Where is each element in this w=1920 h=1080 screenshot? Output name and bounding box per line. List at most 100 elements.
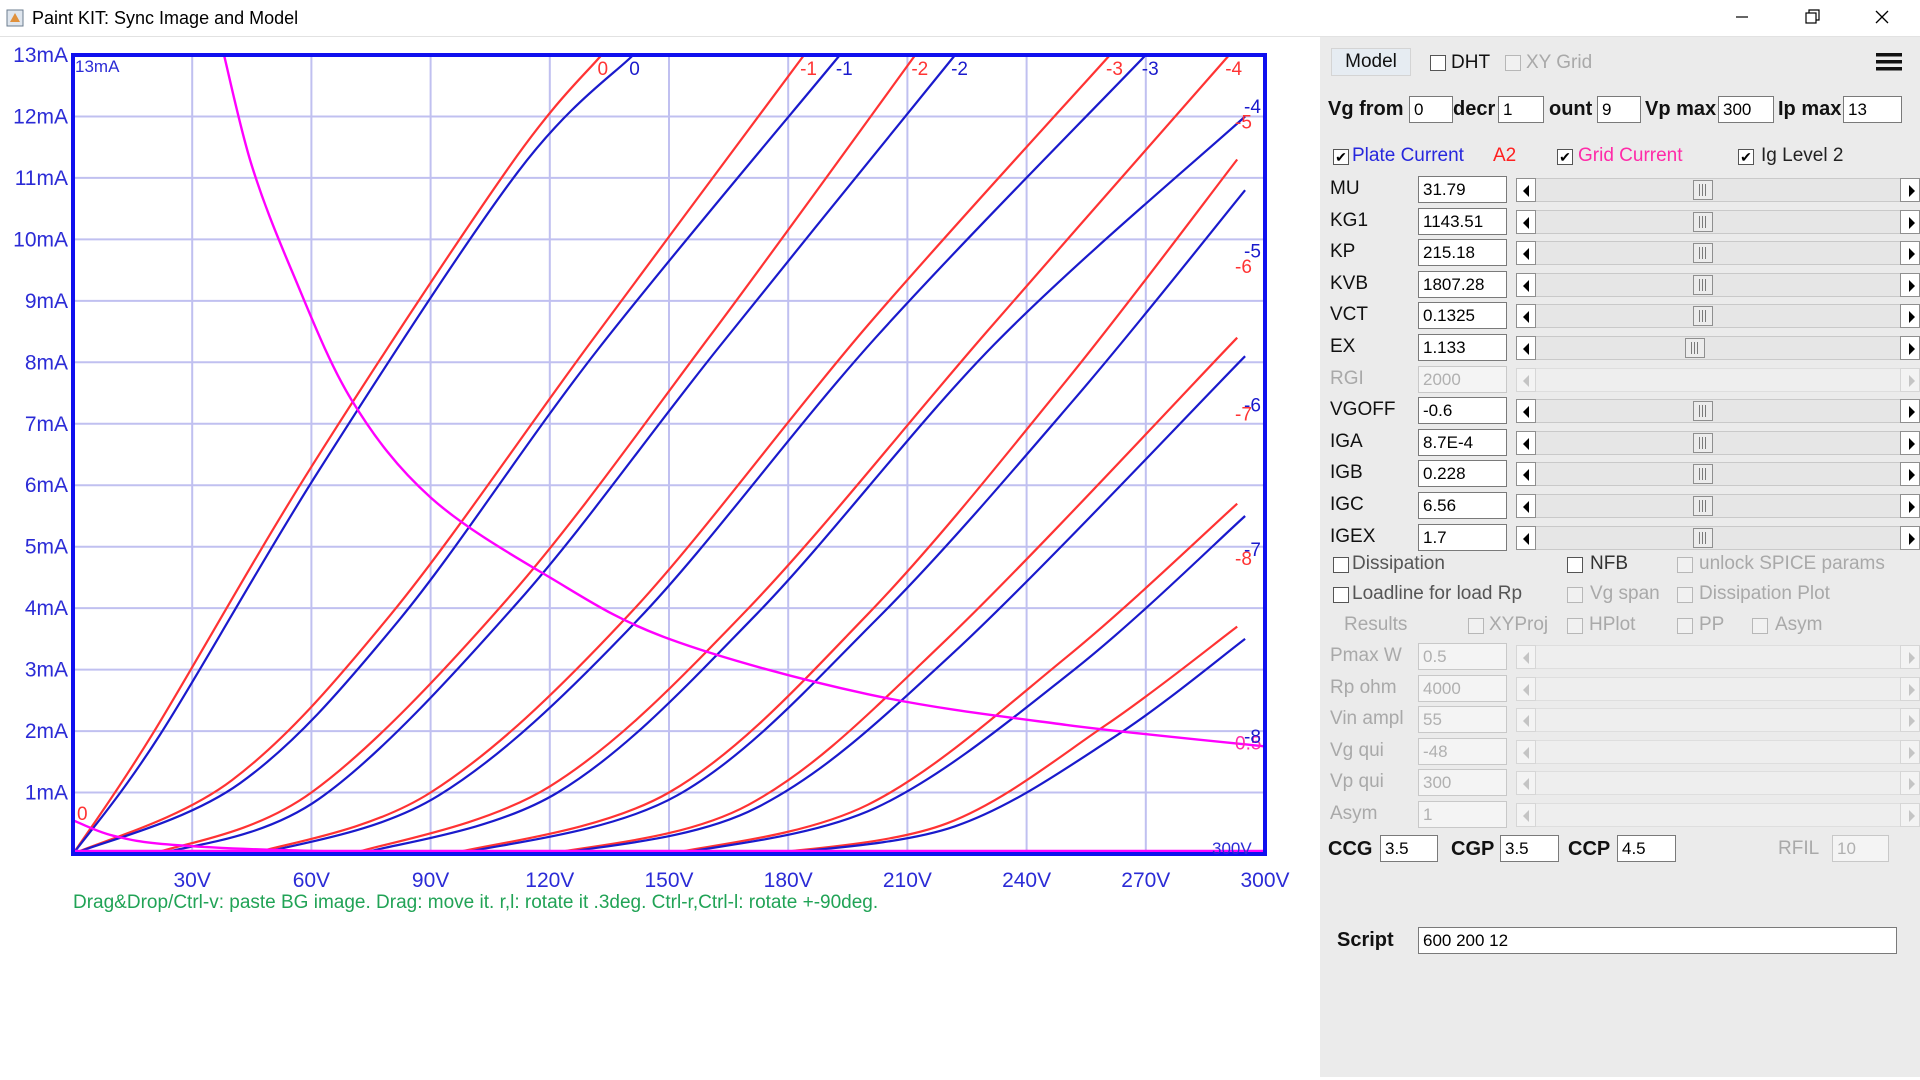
ccg-field[interactable]: 3.5 <box>1380 835 1438 862</box>
slider-thumb[interactable] <box>1692 306 1713 326</box>
slider-track[interactable] <box>1536 740 1900 764</box>
xy-grid-checkbox[interactable] <box>1505 55 1521 71</box>
param-field-ex[interactable]: 1.133 <box>1418 334 1507 361</box>
ccp-field[interactable]: 4.5 <box>1617 835 1676 862</box>
param-slider-kg1[interactable] <box>1516 210 1920 234</box>
param-slider-igc[interactable] <box>1516 494 1920 518</box>
slider-track[interactable] <box>1536 526 1900 550</box>
slider-track[interactable] <box>1536 771 1900 795</box>
slider-left-arrow-icon[interactable] <box>1516 462 1536 486</box>
slider-thumb[interactable] <box>1692 243 1713 263</box>
nfb-checkbox[interactable] <box>1567 557 1583 573</box>
slider-thumb[interactable] <box>1692 212 1713 232</box>
param-field-igc[interactable]: 6.56 <box>1418 492 1507 519</box>
dissipation-plot-checkbox[interactable] <box>1677 587 1693 603</box>
slider-right-arrow-icon[interactable] <box>1900 740 1920 764</box>
param-slider-rgi[interactable] <box>1516 368 1920 392</box>
param-field-rgi[interactable]: 2000 <box>1418 366 1507 393</box>
slider-left-arrow-icon[interactable] <box>1516 336 1536 360</box>
ig-level-checkbox[interactable]: ✔ <box>1738 149 1754 165</box>
param-slider-kvb[interactable] <box>1516 273 1920 297</box>
decr-field[interactable]: 1 <box>1498 96 1544 123</box>
slider-thumb[interactable] <box>1692 528 1713 548</box>
param-slider-kp[interactable] <box>1516 241 1920 265</box>
rfil-field[interactable]: 10 <box>1832 835 1889 862</box>
load-param-slider-vg-qui[interactable] <box>1516 740 1920 764</box>
slider-thumb[interactable] <box>1692 275 1713 295</box>
cgp-field[interactable]: 3.5 <box>1500 835 1559 862</box>
dissipation-checkbox[interactable] <box>1333 557 1349 573</box>
count-field[interactable]: 9 <box>1597 96 1641 123</box>
menu-icon[interactable] <box>1876 48 1902 76</box>
load-param-slider-vp-qui[interactable] <box>1516 771 1920 795</box>
slider-track[interactable] <box>1536 178 1900 202</box>
param-field-mu[interactable]: 31.79 <box>1418 176 1507 203</box>
slider-left-arrow-icon[interactable] <box>1516 178 1536 202</box>
load-param-field-vin-ampl[interactable]: 55 <box>1418 706 1507 733</box>
load-param-field-pmax-w[interactable]: 0.5 <box>1418 643 1507 670</box>
load-param-field-rp-ohm[interactable]: 4000 <box>1418 675 1507 702</box>
param-slider-igex[interactable] <box>1516 526 1920 550</box>
slider-right-arrow-icon[interactable] <box>1900 304 1920 328</box>
pp-checkbox[interactable] <box>1677 618 1693 634</box>
plate-curve-plot[interactable]: 30V 60V 90V 120V 150V 180V 210V 240V 270V 300V 1mA… <box>0 37 1320 1077</box>
slider-right-arrow-icon[interactable] <box>1900 178 1920 202</box>
restore-icon[interactable] <box>1782 0 1842 36</box>
slider-right-arrow-icon[interactable] <box>1900 677 1920 701</box>
slider-track[interactable] <box>1536 336 1900 360</box>
param-field-igb[interactable]: 0.228 <box>1418 460 1507 487</box>
vp-max-field[interactable]: 300 <box>1718 96 1774 123</box>
slider-track[interactable] <box>1536 210 1900 234</box>
slider-right-arrow-icon[interactable] <box>1900 241 1920 265</box>
slider-right-arrow-icon[interactable] <box>1900 273 1920 297</box>
slider-thumb[interactable] <box>1685 338 1706 358</box>
minimize-icon[interactable] <box>1712 0 1772 36</box>
dht-checkbox[interactable] <box>1430 55 1446 71</box>
param-slider-iga[interactable] <box>1516 431 1920 455</box>
slider-left-arrow-icon[interactable] <box>1516 304 1536 328</box>
model-button[interactable]: Model <box>1331 48 1411 76</box>
slider-track[interactable] <box>1536 273 1900 297</box>
param-slider-vgoff[interactable] <box>1516 399 1920 423</box>
load-param-slider-asym[interactable] <box>1516 803 1920 827</box>
slider-track[interactable] <box>1536 494 1900 518</box>
slider-left-arrow-icon[interactable] <box>1516 677 1536 701</box>
vg-from-field[interactable]: 0 <box>1409 96 1453 123</box>
slider-left-arrow-icon[interactable] <box>1516 494 1536 518</box>
slider-left-arrow-icon[interactable] <box>1516 645 1536 669</box>
hplot-checkbox[interactable] <box>1567 618 1583 634</box>
load-param-field-asym[interactable]: 1 <box>1418 801 1507 828</box>
slider-right-arrow-icon[interactable] <box>1900 803 1920 827</box>
slider-left-arrow-icon[interactable] <box>1516 399 1536 423</box>
slider-right-arrow-icon[interactable] <box>1900 210 1920 234</box>
slider-right-arrow-icon[interactable] <box>1900 645 1920 669</box>
slider-right-arrow-icon[interactable] <box>1900 526 1920 550</box>
slider-right-arrow-icon[interactable] <box>1900 336 1920 360</box>
param-field-kg1[interactable]: 1143.51 <box>1418 208 1507 235</box>
load-param-slider-vin-ampl[interactable] <box>1516 708 1920 732</box>
slider-track[interactable] <box>1536 241 1900 265</box>
param-field-kp[interactable]: 215.18 <box>1418 239 1507 266</box>
slider-thumb[interactable] <box>1692 496 1713 516</box>
loadline-checkbox[interactable] <box>1333 587 1349 603</box>
slider-track[interactable] <box>1536 803 1900 827</box>
slider-right-arrow-icon[interactable] <box>1900 462 1920 486</box>
param-slider-mu[interactable] <box>1516 178 1920 202</box>
slider-track[interactable] <box>1536 462 1900 486</box>
load-param-field-vp-qui[interactable]: 300 <box>1418 769 1507 796</box>
slider-left-arrow-icon[interactable] <box>1516 368 1536 392</box>
load-param-slider-pmax-w[interactable] <box>1516 645 1920 669</box>
param-field-vgoff[interactable]: -0.6 <box>1418 397 1507 424</box>
param-slider-ex[interactable] <box>1516 336 1920 360</box>
slider-left-arrow-icon[interactable] <box>1516 803 1536 827</box>
param-slider-vct[interactable] <box>1516 304 1920 328</box>
slider-right-arrow-icon[interactable] <box>1900 368 1920 392</box>
slider-left-arrow-icon[interactable] <box>1516 210 1536 234</box>
slider-track[interactable] <box>1536 645 1900 669</box>
slider-left-arrow-icon[interactable] <box>1516 771 1536 795</box>
slider-left-arrow-icon[interactable] <box>1516 708 1536 732</box>
slider-right-arrow-icon[interactable] <box>1900 399 1920 423</box>
slider-thumb[interactable] <box>1692 180 1713 200</box>
slider-left-arrow-icon[interactable] <box>1516 431 1536 455</box>
slider-left-arrow-icon[interactable] <box>1516 241 1536 265</box>
